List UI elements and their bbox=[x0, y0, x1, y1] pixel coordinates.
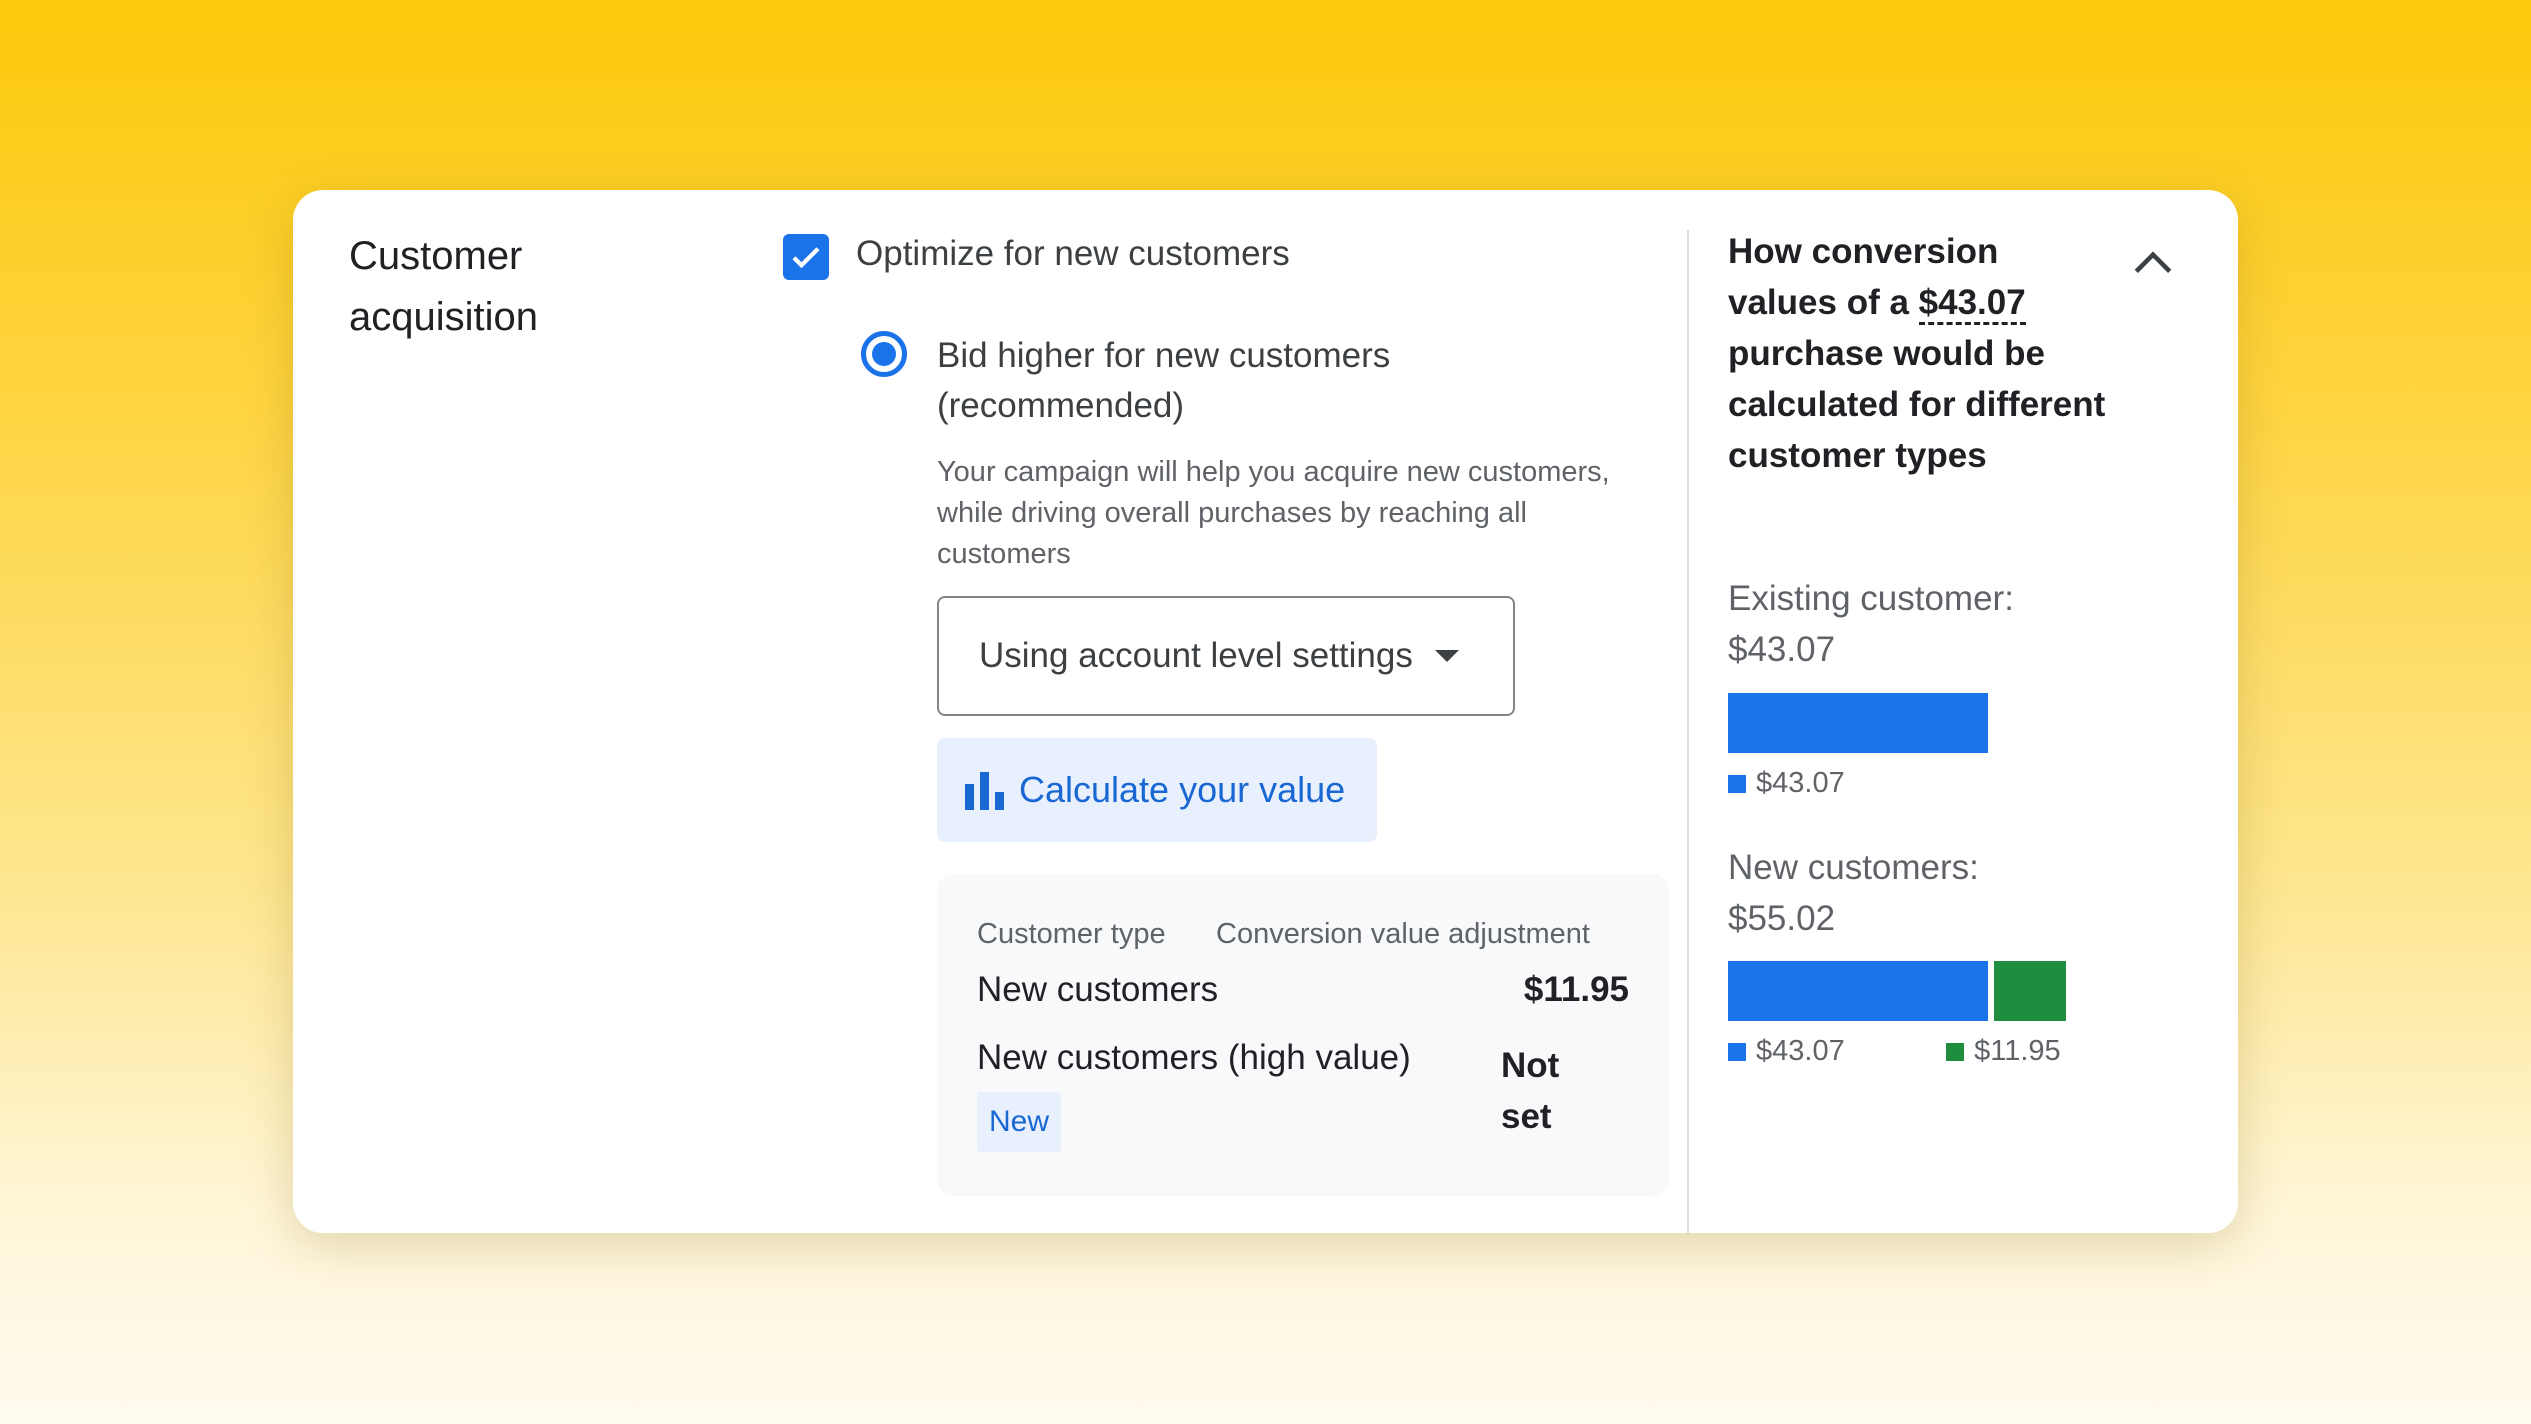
explanation-title: How conversion values of a $43.07 purcha… bbox=[1728, 226, 2108, 481]
new-customers-chart: $43.07 $11.95 bbox=[1728, 961, 2148, 1071]
existing-customer-total: $43.07 bbox=[1728, 630, 1836, 669]
calculate-value-button[interactable]: Calculate your value bbox=[937, 738, 1377, 842]
legend-value: $43.07 bbox=[1756, 767, 1845, 799]
row-high-value-value: Not set bbox=[1501, 1046, 1560, 1136]
legend-swatch bbox=[1728, 774, 1746, 793]
new-customers-caption: New customers: bbox=[1728, 848, 1979, 887]
column-header-adjustment: Conversion value adjustment bbox=[1216, 918, 1590, 950]
bar-segment-1-0 bbox=[1728, 961, 1988, 1021]
bid-higher-radio[interactable] bbox=[861, 331, 907, 377]
optimize-checkbox-label[interactable]: Optimize for new customers bbox=[856, 230, 1290, 278]
bar-segment-1-1 bbox=[1994, 961, 2067, 1021]
column-divider bbox=[1687, 230, 1689, 1233]
check-icon bbox=[792, 247, 820, 269]
row-new-customers-label: New customers bbox=[977, 970, 1219, 1009]
new-customers-total: $55.02 bbox=[1728, 899, 1836, 938]
column-header-customer-type: Customer type bbox=[977, 918, 1166, 950]
new-badge: New bbox=[977, 1092, 1062, 1152]
calculate-value-label: Calculate your value bbox=[1019, 769, 1346, 810]
row-high-value-label: New customers (high value) bbox=[977, 1038, 1411, 1077]
legend-value: $11.95 bbox=[1974, 1035, 2061, 1067]
settings-dropdown[interactable]: Using account level settings bbox=[937, 596, 1515, 716]
existing-customer-chart: $43.07 bbox=[1728, 693, 2148, 803]
customer-acquisition-card: Customer acquisition Optimize for new cu… bbox=[293, 190, 2238, 1233]
bar-legend-0-0: $43.07 bbox=[1728, 767, 1845, 800]
bid-higher-label[interactable]: Bid higher for new customers (recommende… bbox=[937, 331, 1497, 431]
dropdown-arrow-icon bbox=[1434, 650, 1459, 662]
purchase-amount[interactable]: $43.07 bbox=[1918, 283, 2026, 325]
legend-swatch bbox=[1728, 1042, 1746, 1061]
radio-selected-dot bbox=[872, 342, 896, 366]
legend-value: $43.07 bbox=[1756, 1035, 1845, 1067]
legend-swatch bbox=[1946, 1042, 1965, 1061]
existing-customer-caption: Existing customer: bbox=[1728, 579, 2014, 618]
row-new-customers-value: $11.95 bbox=[1523, 970, 1629, 1009]
chevron-up-icon[interactable] bbox=[2128, 238, 2178, 288]
bid-higher-description: Your campaign will help you acquire new … bbox=[937, 456, 1610, 570]
bar-legend-1-0: $43.07 bbox=[1728, 1035, 1845, 1068]
bar-segment-0-0 bbox=[1728, 693, 1988, 753]
explanation-title-suffix: purchase would be calculated for differe… bbox=[1728, 334, 2106, 475]
optimize-checkbox[interactable] bbox=[783, 234, 829, 280]
existing-customer-label: Existing customer: $43.07 bbox=[1728, 573, 2068, 675]
new-customers-label: New customers: $55.02 bbox=[1728, 842, 2068, 944]
bar-chart-icon bbox=[965, 772, 1004, 810]
conversion-adjustment-table: Customer type Conversion value adjustmen… bbox=[937, 874, 1669, 1196]
settings-dropdown-value: Using account level settings bbox=[979, 636, 1413, 675]
bar-legend-1-1: $11.95 bbox=[1946, 1035, 2061, 1068]
section-title: Customer acquisition bbox=[349, 234, 539, 339]
